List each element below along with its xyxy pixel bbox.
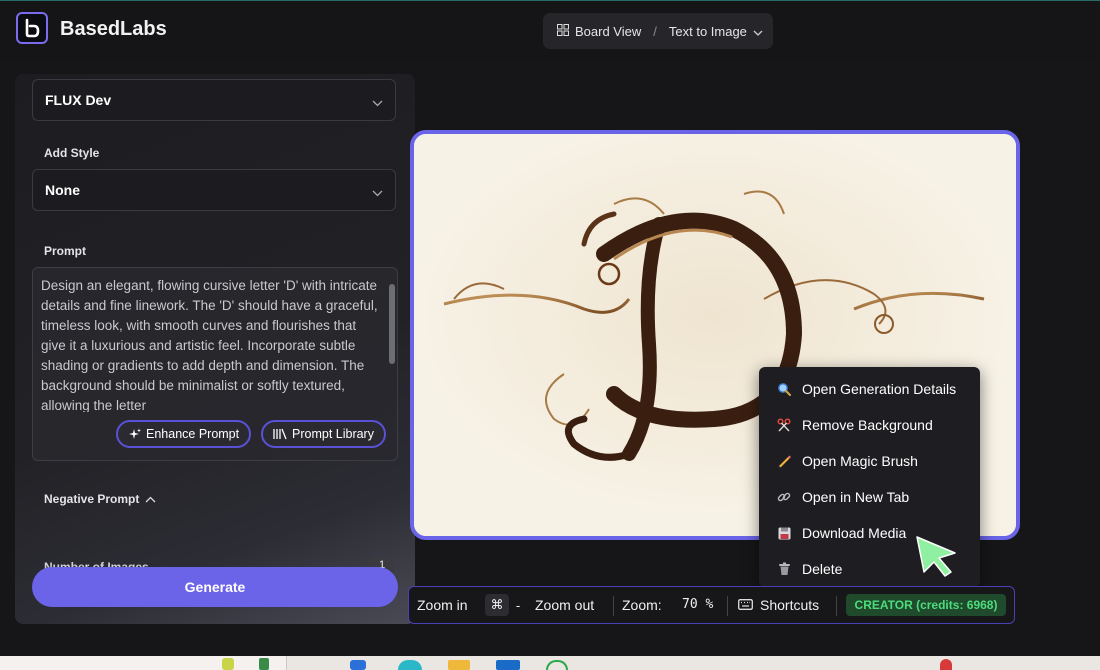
library-icon bbox=[273, 428, 287, 440]
command-key: ⌘ bbox=[485, 594, 509, 616]
pencil-icon bbox=[776, 454, 792, 468]
toolbar-divider bbox=[836, 596, 837, 616]
style-select[interactable]: None bbox=[32, 169, 396, 211]
enhance-prompt-label: Enhance Prompt bbox=[146, 427, 240, 441]
menu-item-remove-background[interactable]: Remove Background bbox=[759, 407, 980, 443]
shortcuts-button[interactable]: Shortcuts bbox=[760, 597, 819, 613]
taskbar-widget-icon[interactable] bbox=[259, 658, 269, 670]
menu-item-open-generation-details[interactable]: Open Generation Details bbox=[759, 371, 980, 407]
floppy-disk-icon bbox=[776, 527, 792, 540]
negative-prompt-toggle[interactable]: Negative Prompt bbox=[44, 492, 156, 506]
zoom-value[interactable]: 70 % bbox=[682, 597, 713, 612]
taskbar-widget-icon[interactable] bbox=[222, 658, 234, 670]
trash-icon bbox=[776, 562, 792, 576]
add-style-label: Add Style bbox=[44, 146, 100, 160]
breadcrumb-text-to-image[interactable]: Text to Image bbox=[669, 24, 747, 39]
menu-item-label: Remove Background bbox=[802, 417, 933, 433]
credits-badge[interactable]: CREATOR (credits: 6968) bbox=[846, 594, 1006, 616]
notification-badge-icon[interactable] bbox=[940, 659, 952, 670]
os-taskbar bbox=[0, 656, 1100, 670]
chevron-up-icon bbox=[145, 496, 156, 503]
zoom-in-button[interactable]: Zoom in bbox=[417, 597, 468, 613]
taskbar-app-icon[interactable] bbox=[546, 660, 568, 670]
taskbar-app-icon[interactable] bbox=[350, 660, 366, 670]
taskbar-search-area[interactable] bbox=[0, 656, 287, 670]
menu-item-label: Open Generation Details bbox=[802, 381, 957, 397]
brand-logo-icon[interactable] bbox=[16, 12, 48, 44]
menu-item-open-in-new-tab[interactable]: Open in New Tab bbox=[759, 479, 980, 515]
chevron-down-icon[interactable] bbox=[753, 24, 763, 39]
toolbar-divider bbox=[727, 596, 728, 616]
prompt-scrollbar[interactable] bbox=[389, 274, 395, 412]
menu-item-label: Delete bbox=[802, 561, 843, 577]
breadcrumb-separator: / bbox=[653, 23, 657, 39]
grid-icon bbox=[557, 23, 569, 39]
prompt-text[interactable]: Design an elegant, flowing cursive lette… bbox=[41, 276, 381, 412]
menu-item-label: Download Media bbox=[802, 525, 907, 541]
style-select-value: None bbox=[45, 182, 80, 198]
chevron-down-icon bbox=[372, 94, 383, 112]
settings-panel: FLUX Dev Add Style None Prompt Design an… bbox=[15, 74, 415, 624]
zoom-toolbar: Zoom in ⌘ - Zoom out Zoom: 70 % Shortcut… bbox=[408, 586, 1015, 624]
zoom-out-button[interactable]: Zoom out bbox=[535, 597, 594, 613]
keyboard-icon bbox=[738, 599, 753, 610]
negative-prompt-label: Negative Prompt bbox=[44, 492, 140, 506]
generate-button[interactable]: Generate bbox=[32, 567, 398, 607]
chevron-down-icon bbox=[372, 184, 383, 202]
menu-item-open-magic-brush[interactable]: Open Magic Brush bbox=[759, 443, 980, 479]
scissors-icon bbox=[776, 418, 792, 432]
taskbar-app-icon[interactable] bbox=[398, 660, 422, 670]
prompt-textarea[interactable]: Design an elegant, flowing cursive lette… bbox=[32, 267, 398, 461]
link-icon bbox=[776, 490, 792, 504]
brand-name: BasedLabs bbox=[60, 18, 167, 40]
model-select[interactable]: FLUX Dev bbox=[32, 79, 396, 121]
enhance-prompt-button[interactable]: Enhance Prompt bbox=[116, 420, 252, 448]
taskbar-app-icon[interactable] bbox=[448, 660, 470, 670]
prompt-label: Prompt bbox=[44, 244, 86, 258]
prompt-library-button[interactable]: Prompt Library bbox=[261, 420, 386, 448]
taskbar-app-icon[interactable] bbox=[496, 660, 520, 670]
menu-item-label: Open Magic Brush bbox=[802, 453, 918, 469]
sparkle-icon bbox=[128, 428, 141, 441]
magnifier-icon bbox=[776, 382, 792, 396]
menu-item-label: Open in New Tab bbox=[802, 489, 910, 505]
cursor-arrow-icon bbox=[915, 535, 959, 582]
minus-key: - bbox=[515, 597, 521, 613]
model-select-value: FLUX Dev bbox=[45, 92, 112, 108]
zoom-label: Zoom: bbox=[622, 597, 662, 613]
breadcrumb-board-view[interactable]: Board View bbox=[575, 24, 641, 39]
toolbar-divider bbox=[613, 596, 614, 616]
prompt-library-label: Prompt Library bbox=[292, 427, 374, 441]
prompt-scrollbar-thumb[interactable] bbox=[389, 284, 395, 364]
breadcrumb: Board View / Text to Image bbox=[543, 13, 773, 49]
top-bar: BasedLabs Board View / Text to Image bbox=[0, 0, 1100, 59]
